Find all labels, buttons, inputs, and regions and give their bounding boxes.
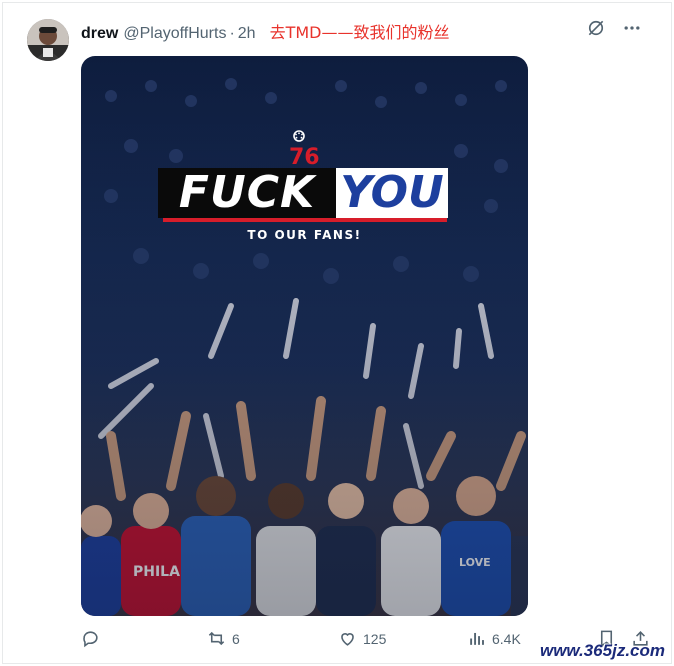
views-count: 6.4K bbox=[492, 630, 521, 647]
author-name[interactable]: drew bbox=[81, 25, 118, 43]
like-count: 125 bbox=[363, 630, 387, 647]
headline-subline: TO OUR FANS! bbox=[247, 228, 362, 242]
logo-text: 76 bbox=[289, 145, 320, 168]
heart-icon bbox=[341, 633, 354, 646]
headline-right-text: YOU bbox=[340, 167, 444, 218]
headline: FUCK YOU bbox=[158, 168, 448, 218]
retweet-button[interactable]: 6 bbox=[207, 629, 240, 648]
reply-button[interactable] bbox=[81, 629, 106, 648]
grok-icon[interactable] bbox=[585, 17, 607, 39]
headline-left-box: FUCK bbox=[158, 168, 336, 218]
headline-underline bbox=[163, 218, 447, 222]
reply-icon bbox=[83, 631, 98, 648]
timestamp[interactable]: 2h bbox=[238, 25, 256, 43]
tweet-card: drew @PlayoffHurts · 2h 去TMD——致我们的粉丝 76 … bbox=[2, 2, 672, 664]
tweet-media-image[interactable]: PHILA LOVE 76 FUCK YOU TO OUR FANS! bbox=[81, 56, 528, 616]
tweet-top-actions bbox=[585, 17, 643, 39]
tweet-text: 去TMD——致我们的粉丝 bbox=[269, 23, 450, 42]
headline-left-text: FUCK bbox=[178, 167, 316, 218]
sixers-logo-icon: 76 bbox=[289, 130, 320, 168]
author-handle[interactable]: @PlayoffHurts bbox=[123, 25, 226, 43]
retweet-count: 6 bbox=[232, 630, 240, 647]
more-icon[interactable] bbox=[621, 17, 643, 39]
headline-right-box: YOU bbox=[336, 168, 448, 218]
avatar[interactable] bbox=[27, 19, 69, 61]
retweet-icon bbox=[208, 631, 225, 646]
views-icon bbox=[470, 632, 484, 645]
separator-dot: · bbox=[229, 25, 235, 42]
watermark: www.365jz.com bbox=[539, 641, 665, 660]
tweet-header: drew @PlayoffHurts · 2h 去TMD——致我们的粉丝 bbox=[81, 19, 450, 43]
like-button[interactable]: 125 bbox=[338, 629, 386, 648]
views-button[interactable]: 6.4K bbox=[467, 629, 521, 648]
